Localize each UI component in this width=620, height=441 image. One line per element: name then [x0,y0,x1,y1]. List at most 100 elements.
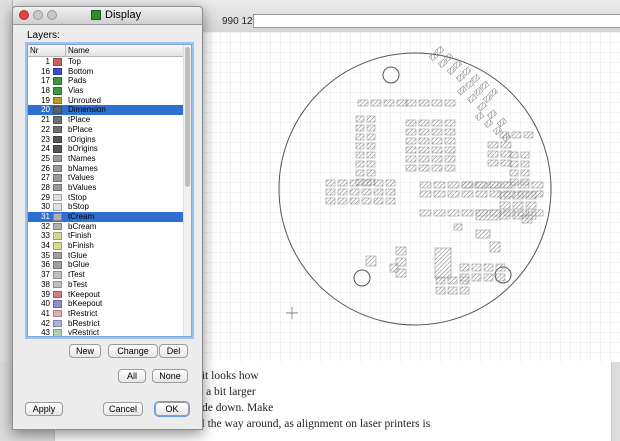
layer-row[interactable]: 39 tKeepout [28,290,183,300]
layer-row[interactable]: 35 tGlue [28,251,183,261]
layer-number: 40 [41,299,50,309]
layer-row[interactable]: 32 bCream [28,222,183,232]
layer-color-swatch [53,125,62,134]
pad [444,164,456,172]
layer-color-swatch [53,271,62,279]
pad [365,255,377,267]
layer-row[interactable]: 40 bKeepout [28,299,183,309]
ok-button[interactable]: OK [155,402,189,416]
layers-list[interactable]: Nr Name 1 Top 16 Bottom 17 Pads 18 Vias 19 Unrout… [27,44,192,337]
apply-button[interactable]: Apply [25,402,63,416]
layer-color-swatch [53,213,62,221]
pad [487,150,499,158]
pad [349,188,360,196]
layer-row[interactable]: 34 bFinish [28,241,183,251]
layer-name: vRestrict [68,328,100,337]
layer-row[interactable]: 24 bOrigins [28,144,183,154]
layer-row[interactable]: 30 bStop [28,202,183,212]
pad [405,119,417,127]
layer-row[interactable]: 18 Vias [28,86,183,96]
layers-scrollbar[interactable] [183,45,191,336]
pad [431,155,443,163]
layer-name: bRestrict [68,318,100,328]
layer-row[interactable]: 17 Pads [28,76,183,86]
layer-row[interactable]: 38 bTest [28,280,183,290]
pad [499,201,511,210]
layer-row[interactable]: 37 tTest [28,270,183,280]
layer-row[interactable]: 41 tRestrict [28,309,183,319]
layer-row[interactable]: 33 tFinish [28,231,183,241]
del-button[interactable]: Del [159,344,188,358]
pad [495,273,506,282]
layer-name: bFinish [68,241,94,251]
pad [337,188,348,196]
pad [418,128,430,136]
pad [447,190,460,198]
scrollbar-thumb[interactable] [185,47,190,187]
board-drawing [200,32,620,362]
pad [361,179,372,187]
layer-row[interactable]: 23 tOrigins [28,135,183,145]
layer-row[interactable]: 42 bRestrict [28,319,183,329]
close-icon[interactable] [19,10,29,20]
none-button[interactable]: None [152,369,188,383]
pad [355,142,365,150]
layer-row[interactable]: 27 tValues [28,173,183,183]
zoom-icon[interactable] [47,10,57,20]
pad [500,150,512,158]
layer-row[interactable]: 43 vRestrict [28,328,183,337]
pad [366,160,376,168]
dialog-titlebar[interactable]: Display [13,7,202,25]
layer-name: Dimension [68,105,106,115]
pad [525,191,537,200]
layer-color-swatch [53,77,62,85]
minimize-icon[interactable] [33,10,43,20]
layer-row[interactable]: 21 tPlace [28,115,183,125]
layer-row[interactable]: 28 bValues [28,183,183,193]
all-button[interactable]: All [118,369,146,383]
display-app-icon [91,10,101,20]
layer-row[interactable]: 20 Dimension [28,105,183,116]
column-header-name[interactable]: Name [68,46,89,55]
layer-row[interactable]: 25 tNames [28,154,183,164]
pad [520,160,530,168]
layer-row[interactable]: 22 bPlace [28,125,183,135]
pad [444,155,456,163]
pad [431,128,443,136]
cancel-button[interactable]: Cancel [103,402,143,416]
layer-name: tCream [68,212,95,221]
pad [418,164,430,172]
layer-number: 33 [41,231,50,241]
layer-row[interactable]: 26 bNames [28,164,183,174]
layer-row[interactable]: 16 Bottom [28,67,183,77]
layer-row[interactable]: 31 tCream [28,212,183,222]
pad [525,201,537,210]
pad [355,151,365,159]
pad [389,263,399,273]
layer-name: tOrigins [68,134,96,144]
new-button[interactable]: New [69,344,101,358]
layer-number: 24 [41,144,50,154]
pad [431,119,443,127]
pad [366,151,376,159]
pad [520,178,530,186]
layer-number: 31 [41,212,50,221]
pad [419,190,432,198]
command-input[interactable] [253,14,620,28]
pad [483,263,494,272]
layer-row[interactable]: 36 bGlue [28,260,183,270]
layer-name: bPlace [68,124,93,134]
layer-number: 19 [41,95,50,105]
layer-row[interactable]: 19 Unrouted [28,96,183,106]
layer-color-swatch [53,116,62,124]
board-canvas[interactable] [200,32,620,363]
pad [385,179,396,187]
column-header-number[interactable]: Nr [30,46,38,55]
change-button[interactable]: Change [108,344,158,358]
layer-row[interactable]: 1 Top [28,57,183,67]
layer-row[interactable]: 29 tStop [28,193,183,203]
pad [444,146,456,154]
pad [520,169,530,177]
layer-name: tGlue [68,250,88,260]
layer-color-swatch [53,261,62,269]
